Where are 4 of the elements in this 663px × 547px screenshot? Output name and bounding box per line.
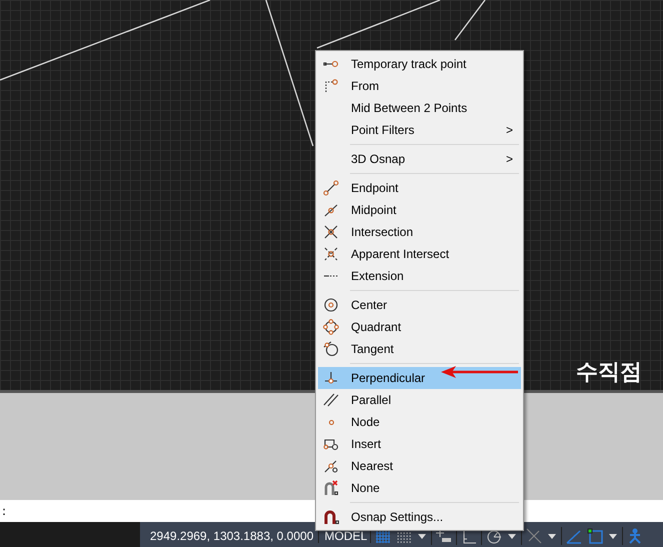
submenu-arrow: > [506,123,514,137]
annotation-label: 수직점 [576,359,642,387]
command-prompt: : [2,504,6,518]
submenu-arrow: > [506,152,514,166]
